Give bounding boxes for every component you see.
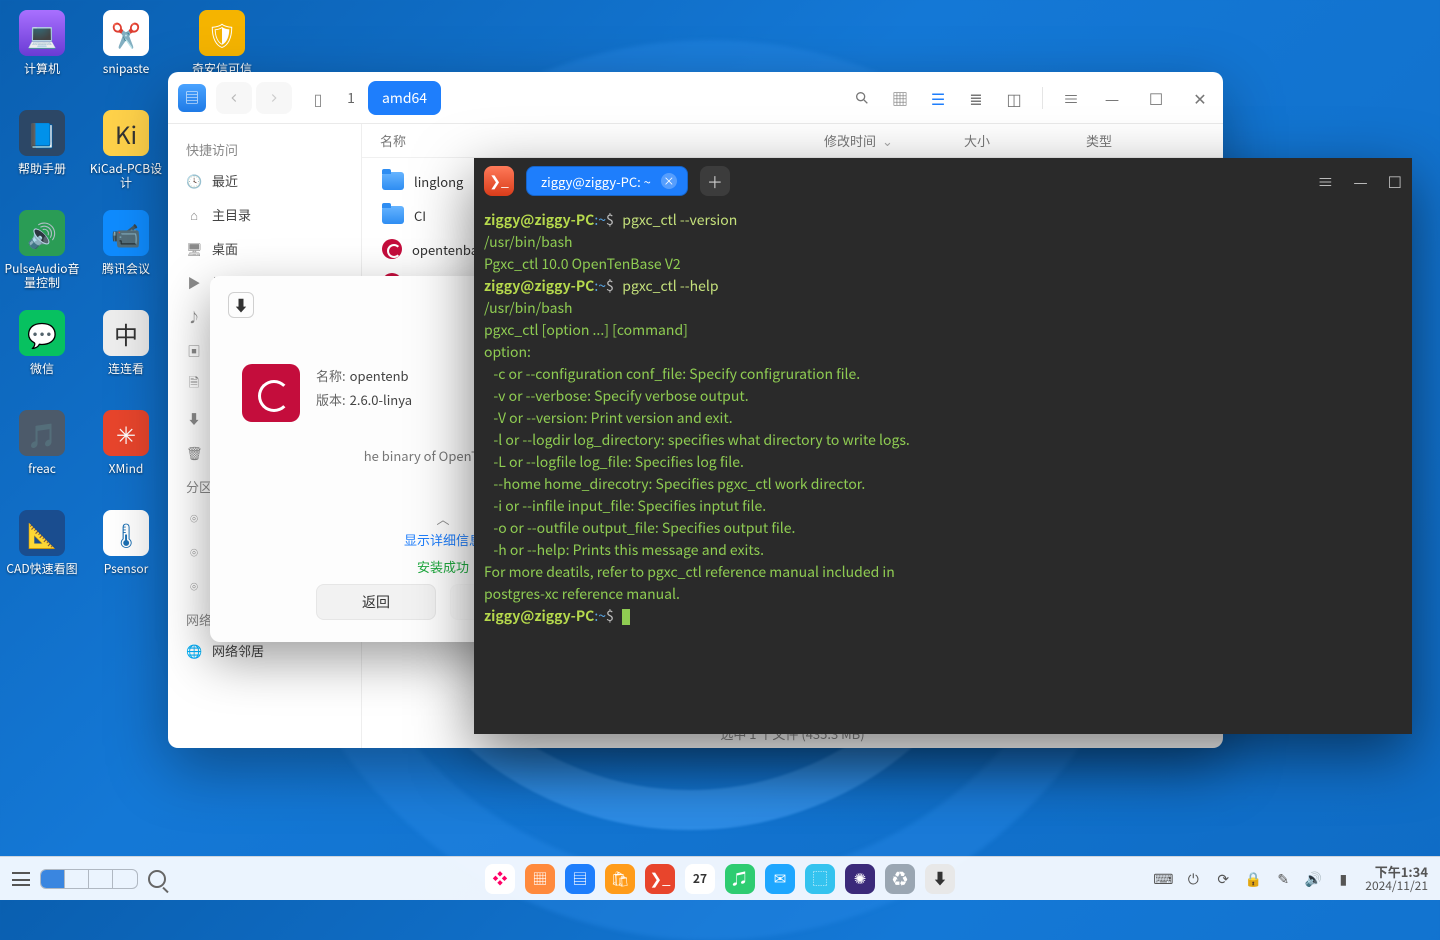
terminal-cursor bbox=[622, 609, 630, 625]
document-icon: 🗎 bbox=[186, 372, 202, 396]
workspace-switcher[interactable] bbox=[40, 869, 138, 889]
desktop-icon: 🖥 bbox=[186, 239, 202, 258]
view-list-icon[interactable]: ☰ bbox=[928, 88, 948, 108]
column-headers: 名称 修改时间⌄ 大小 类型 bbox=[362, 124, 1223, 158]
chevron-up-icon: ︿ bbox=[436, 509, 449, 528]
window-minimize-button[interactable]: — bbox=[1353, 169, 1367, 193]
desktop-icon-freac[interactable]: 🎵freac bbox=[0, 400, 84, 500]
home-icon: ⌂ bbox=[186, 205, 202, 224]
terminal-tab[interactable]: ziggy@ziggy-PC: ~ × bbox=[526, 166, 688, 196]
workspace-1[interactable] bbox=[41, 870, 65, 888]
desktop-icon-psensor[interactable]: 🌡Psensor bbox=[84, 500, 168, 600]
desktop-icon-tencent-meeting[interactable]: 📹腾讯会议 bbox=[84, 200, 168, 300]
tray-edit-icon[interactable]: ✎ bbox=[1275, 871, 1291, 887]
terminal-output[interactable]: ziggy@ziggy-PC:~$ pgxc_ctl --version /us… bbox=[474, 204, 1412, 734]
tray-volume-icon[interactable]: 🔊 bbox=[1305, 871, 1321, 887]
folder-icon bbox=[382, 206, 404, 224]
tray-lock-icon[interactable]: 🔒 bbox=[1245, 871, 1261, 887]
debian-package-icon bbox=[382, 239, 402, 259]
disk-icon: ⌾ bbox=[186, 542, 202, 561]
workspace-3[interactable] bbox=[89, 870, 113, 888]
picture-icon: ▣ bbox=[186, 341, 202, 360]
disk-icon: ⌾ bbox=[186, 576, 202, 595]
taskbar: ❖ ▦ ▤ 🛍 ❯_ 27 ♫ ✉ ⬚ ✺ ♻ ⬇ ⌨ ⏻ ⟳ 🔒 ✎ 🔊 ▮ … bbox=[0, 856, 1440, 900]
desktop-icon-lianliankan[interactable]: 中连连看 bbox=[84, 300, 168, 400]
sidebar-item-home[interactable]: ⌂主目录 bbox=[168, 197, 361, 231]
tray-keyboard-icon[interactable]: ⌨ bbox=[1155, 871, 1171, 887]
desktop-icon-computer[interactable]: 💻计算机 bbox=[0, 0, 84, 100]
tray-power-icon[interactable]: ⏻ bbox=[1185, 871, 1201, 887]
view-tree-icon[interactable]: ≣ bbox=[966, 88, 986, 108]
terminal-menu-icon[interactable]: ≡ bbox=[1317, 169, 1333, 193]
show-details-toggle[interactable]: ︿ 显示详细信息 bbox=[404, 509, 482, 549]
folder-icon bbox=[382, 172, 404, 190]
col-size[interactable]: 大小 bbox=[964, 131, 1086, 150]
tab-close-icon[interactable]: × bbox=[661, 173, 677, 189]
col-modified[interactable]: 修改时间⌄ bbox=[824, 131, 964, 150]
disk-icon: ⌾ bbox=[186, 508, 202, 527]
network-icon: 🌐 bbox=[186, 641, 202, 660]
terminal-window: ❯_ ziggy@ziggy-PC: ~ × ＋ ≡ — ☐ ziggy@zig… bbox=[474, 158, 1412, 734]
desktop-icon-help[interactable]: 📘帮助手册 bbox=[0, 100, 84, 200]
new-tab-button[interactable]: ＋ bbox=[700, 166, 730, 196]
col-name[interactable]: 名称 bbox=[376, 131, 824, 150]
nav-forward-button[interactable] bbox=[256, 82, 292, 114]
tray-sync-icon[interactable]: ⟳ bbox=[1215, 871, 1231, 887]
window-minimize-button[interactable]: — bbox=[1099, 85, 1125, 111]
view-split-icon[interactable]: ◫ bbox=[1004, 88, 1024, 108]
workspace-2[interactable] bbox=[65, 870, 89, 888]
desktop-icon-wechat[interactable]: 💬微信 bbox=[0, 300, 84, 400]
clock-icon: 🕓 bbox=[186, 171, 202, 190]
sidebar-item-desktop[interactable]: 🖥桌面 bbox=[168, 231, 361, 265]
download-icon: ⬇ bbox=[186, 409, 202, 428]
desktop-icon-snipaste[interactable]: ✂️snipaste bbox=[84, 0, 168, 100]
tab-count: 1 bbox=[340, 88, 362, 108]
desktop-icon-kicad[interactable]: KiKiCad-PCB设计 bbox=[84, 100, 168, 200]
terminal-titlebar[interactable]: ❯_ ziggy@ziggy-PC: ~ × ＋ ≡ — ☐ bbox=[474, 158, 1412, 204]
music-icon: ♪ bbox=[186, 307, 202, 326]
window-maximize-button[interactable]: ☐ bbox=[1143, 85, 1169, 111]
search-icon[interactable] bbox=[852, 88, 872, 108]
label-version: 版本: bbox=[316, 390, 346, 409]
workspace-4[interactable] bbox=[113, 870, 137, 888]
value-name: opentenb bbox=[350, 366, 409, 385]
window-maximize-button[interactable]: ☐ bbox=[1388, 169, 1402, 193]
breadcrumb-chip[interactable]: amd64 bbox=[368, 81, 441, 115]
desktop-icon-xmind[interactable]: ✳XMind bbox=[84, 400, 168, 500]
window-close-button[interactable]: ✕ bbox=[1187, 85, 1213, 111]
debian-package-icon bbox=[242, 364, 300, 422]
hamburger-menu-icon[interactable]: ≡ bbox=[1061, 88, 1081, 108]
tray-battery-icon[interactable]: ▮ bbox=[1335, 871, 1351, 887]
trash-icon: 🗑 bbox=[186, 443, 202, 462]
chevron-down-icon: ⌄ bbox=[882, 131, 893, 150]
sidebar-item-recent[interactable]: 🕓最近 bbox=[168, 163, 361, 197]
desktop-icon-pulseaudio[interactable]: 🔊PulseAudio音量控制 bbox=[0, 200, 84, 300]
installer-download-icon: ⬇ bbox=[228, 292, 254, 318]
search-icon[interactable] bbox=[148, 870, 166, 888]
launcher-icon[interactable] bbox=[12, 872, 30, 886]
value-version: 2.6.0-linya bbox=[350, 390, 412, 409]
file-manager-app-icon: ▤ bbox=[178, 84, 206, 112]
terminal-app-icon: ❯_ bbox=[484, 166, 514, 196]
desktop-icon-cad[interactable]: 📐CAD快速看图 bbox=[0, 500, 84, 600]
sidebar-toggle-icon[interactable]: ▯ bbox=[302, 82, 334, 114]
taskbar-clock[interactable]: 下午1:34 2024/11/21 bbox=[1365, 865, 1428, 893]
col-type[interactable]: 类型 bbox=[1086, 131, 1223, 150]
video-icon: ▶ bbox=[186, 273, 202, 292]
install-status: 安装成功 bbox=[417, 557, 469, 576]
dock: ❖ ▦ ▤ 🛍 ❯_ 27 ♫ ✉ ⬚ ✺ ♻ ⬇ bbox=[485, 864, 955, 894]
file-manager-titlebar[interactable]: ▤ ▯ 1 amd64 ▦ ☰ ≣ ◫ ≡ — ☐ ✕ bbox=[168, 72, 1223, 124]
view-grid-icon[interactable]: ▦ bbox=[890, 88, 910, 108]
nav-back-button[interactable] bbox=[216, 82, 252, 114]
sidebar-header-quick: 快捷访问 bbox=[168, 132, 361, 163]
label-name: 名称: bbox=[316, 366, 346, 385]
back-button[interactable]: 返回 bbox=[316, 584, 436, 620]
